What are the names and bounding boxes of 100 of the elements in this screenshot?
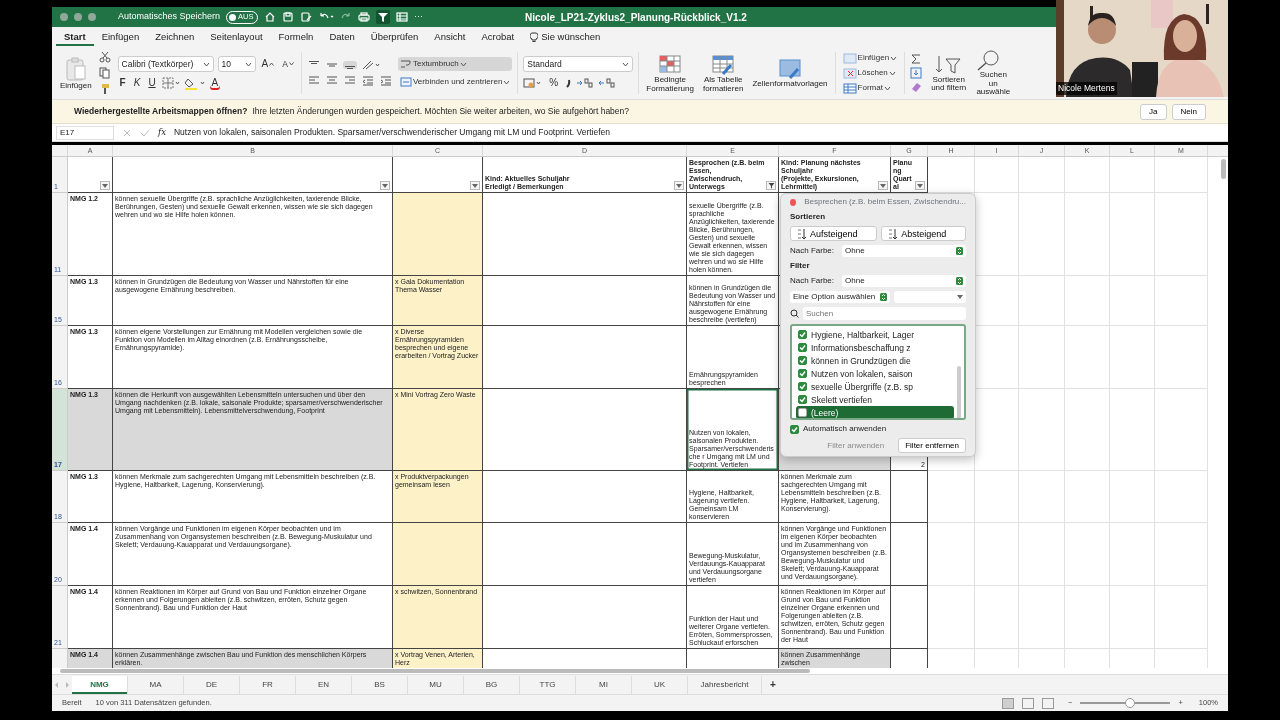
tell-me-button[interactable]: Sie wünschen (522, 27, 609, 47)
sheet-tab[interactable]: BS (352, 675, 408, 694)
checkbox[interactable] (798, 343, 807, 352)
cut-icon[interactable] (98, 51, 111, 63)
font-color-button[interactable]: A (209, 76, 221, 90)
comma-style-icon[interactable] (564, 77, 573, 89)
checkbox[interactable] (798, 330, 807, 339)
name-box[interactable]: E17 (56, 125, 114, 140)
shrink-font-button[interactable]: A (280, 57, 296, 71)
ribbon-tab[interactable]: Ansicht (426, 27, 474, 47)
sheet-tab[interactable]: MI (576, 675, 632, 694)
more-button[interactable]: ··· (414, 10, 424, 24)
page-layout-view-button[interactable] (1022, 697, 1035, 709)
message-button[interactable]: Nein (1171, 103, 1206, 120)
checkbox[interactable] (798, 369, 807, 378)
filter-button[interactable] (674, 181, 684, 190)
home-icon[interactable] (264, 11, 277, 23)
underline-button[interactable]: U (146, 76, 158, 90)
scrollbar[interactable] (957, 366, 961, 418)
sheet-tab[interactable]: FR (240, 675, 296, 694)
minimize-button[interactable] (74, 13, 82, 21)
search-field[interactable]: Suchen (803, 307, 966, 320)
checkbox[interactable] (798, 382, 807, 391)
ribbon-tab[interactable]: Zeichnen (147, 27, 203, 47)
message-button[interactable]: Ja (1140, 103, 1167, 120)
ribbon-tab[interactable]: Acrobat (473, 27, 523, 47)
sort-filter-button[interactable]: Sortieren und filtern (929, 53, 969, 93)
zoom-slider-thumb[interactable] (1124, 698, 1135, 708)
close-button[interactable] (60, 13, 68, 21)
borders-icon[interactable] (161, 77, 180, 89)
form-icon[interactable] (396, 11, 409, 23)
normal-view-button[interactable] (1002, 697, 1015, 709)
sort-descending-button[interactable]: Absteigend (881, 226, 966, 241)
copy-icon[interactable] (98, 67, 113, 79)
filter-value-item[interactable]: (Leere) (796, 406, 954, 418)
vertical-align-button[interactable] (342, 61, 357, 69)
filter-value-item[interactable]: Informationsbeschaffung z (796, 341, 954, 354)
filter-button[interactable] (470, 181, 480, 190)
ribbon-tab[interactable]: Überprüfen (362, 27, 427, 47)
italic-button[interactable]: K (131, 76, 143, 90)
ribbon-tab[interactable]: Start (56, 27, 94, 47)
filter-button[interactable] (100, 181, 110, 190)
checkbox[interactable] (790, 424, 799, 434)
filter-button[interactable] (878, 181, 888, 190)
wrap-text-button[interactable]: Textumbruch (397, 57, 513, 71)
format-cells-button[interactable]: Format (840, 81, 900, 95)
percent-button[interactable]: % (547, 76, 561, 90)
filter-value-item[interactable]: können in Grundzügen die (796, 354, 954, 367)
scrollbar[interactable] (60, 669, 810, 673)
save-as-icon[interactable] (300, 11, 313, 23)
print-icon[interactable] (358, 11, 371, 23)
sheet-tab[interactable]: DE (184, 675, 240, 694)
ribbon-tab[interactable]: Daten (321, 27, 363, 47)
filter-button[interactable] (766, 181, 776, 190)
font-name-dropdown[interactable]: Calibri (Textkörper) (117, 56, 214, 72)
filter-value-item[interactable]: Nutzen von lokalen, saison (796, 367, 954, 380)
sheet-tab[interactable]: NMG (72, 675, 128, 694)
ribbon-tab[interactable]: Formeln (270, 27, 322, 47)
horizontal-align-icon[interactable] (324, 75, 339, 87)
sheet-tab[interactable]: BG (464, 675, 520, 694)
page-break-view-button[interactable] (1042, 697, 1055, 709)
filter-value-item[interactable]: Hygiene, Haltbarkeit, Lager (796, 328, 954, 341)
checkbox[interactable] (798, 356, 807, 365)
remove-filter-button[interactable]: Filter entfernen (898, 438, 966, 453)
horizontal-align-icon[interactable] (306, 75, 321, 87)
conditional-formatting-button[interactable]: Bedingte Formatierung (644, 53, 696, 93)
find-select-button[interactable]: Suchen un auswähle (973, 49, 1014, 97)
scrollbar[interactable] (1221, 159, 1226, 179)
cell-styles-button[interactable]: Zellenformatvorlagen (750, 57, 830, 89)
font-size-dropdown[interactable]: 10 (217, 56, 256, 72)
sort-ascending-button[interactable]: Aufsteigend (790, 226, 878, 241)
delete-cells-button[interactable]: Löschen (840, 66, 900, 80)
insert-cells-button[interactable]: Einfügen (840, 51, 900, 65)
checkbox[interactable] (798, 408, 807, 417)
sheet-tab[interactable]: MA (128, 675, 184, 694)
number-format-dropdown[interactable]: Standard (523, 56, 634, 72)
grow-font-button[interactable]: A (259, 57, 277, 71)
fill-icon[interactable] (910, 67, 925, 79)
add-sheet-button[interactable]: + (768, 677, 778, 692)
filter-button[interactable] (380, 181, 390, 190)
sheet-tab[interactable]: EN (296, 675, 352, 694)
filter-button[interactable] (915, 181, 925, 190)
option-dropdown[interactable]: Eine Option auswählen (790, 291, 890, 303)
color-dropdown[interactable]: Ohne (842, 245, 966, 257)
checkbox[interactable] (798, 395, 807, 404)
horizontal-align-icon[interactable] (342, 75, 357, 87)
sheet-tab[interactable]: Jahresbericht (688, 675, 762, 694)
zoom-button[interactable] (88, 13, 96, 21)
orientation-icon[interactable] (360, 59, 381, 71)
increase-decimal-icon[interactable] (576, 77, 595, 89)
decrease-decimal-icon[interactable] (598, 77, 617, 89)
ribbon-tab[interactable]: Seitenlayout (202, 27, 271, 47)
sheet-tab[interactable]: TTG (520, 675, 576, 694)
ribbon-tab[interactable]: Einfügen (93, 27, 148, 47)
merge-center-button[interactable]: Verbinden und zentrieren (397, 75, 513, 89)
paste-button[interactable]: Einfügen (58, 55, 94, 91)
format-as-table-button[interactable]: Als Tabelle formatieren (700, 53, 746, 93)
color-dropdown[interactable]: Ohne (842, 275, 966, 287)
fill-color-icon[interactable] (183, 76, 206, 90)
filter-icon[interactable] (376, 10, 391, 24)
